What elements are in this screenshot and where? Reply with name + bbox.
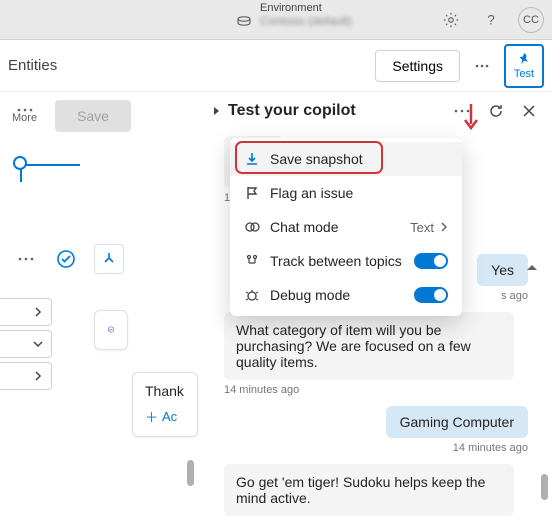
timestamp: 14 minutes ago	[224, 442, 534, 454]
environment-picker[interactable]: Environment Contoso (default)	[260, 2, 352, 28]
more-button[interactable]: More	[12, 108, 37, 124]
track-icon	[244, 253, 260, 269]
message-node-icon[interactable]	[94, 310, 128, 350]
panel-overflow-button[interactable]	[450, 105, 474, 117]
authoring-canvas: More Save Thank ＋ Ac	[0, 92, 200, 502]
overflow-menu-button[interactable]	[470, 54, 494, 78]
flag-icon	[244, 185, 260, 201]
chevron-right-icon	[33, 307, 43, 317]
chat-icon	[244, 219, 260, 235]
track-toggle[interactable]	[414, 253, 448, 269]
branch-icon	[94, 244, 124, 274]
panel-overflow-menu: Save snapshot Flag an issue Chat mode Te…	[230, 138, 462, 316]
collapsed-row-3[interactable]	[0, 362, 52, 390]
svg-text:?: ?	[487, 13, 495, 28]
top-bar: Environment Contoso (default) ? CC	[0, 0, 552, 40]
close-button[interactable]	[518, 100, 540, 122]
help-icon[interactable]: ?	[478, 7, 504, 33]
pin-icon	[517, 52, 531, 66]
caret-right-icon	[212, 106, 222, 116]
timestamp: 14 minutes ago	[224, 384, 534, 396]
plus-icon: ＋	[145, 407, 158, 426]
user-avatar[interactable]: CC	[518, 7, 544, 33]
command-bar: Entities Settings Test	[0, 40, 552, 92]
refresh-button[interactable]	[484, 99, 508, 123]
message-node[interactable]: Thank ＋ Ac	[132, 372, 198, 437]
checkmark-icon	[56, 249, 76, 269]
save-button[interactable]: Save	[55, 100, 131, 132]
scroll-up-caret[interactable]	[520, 256, 544, 280]
user-message: Gaming Computer	[386, 406, 528, 438]
download-icon	[244, 151, 260, 167]
canvas-scrollbar[interactable]	[187, 460, 194, 486]
debug-icon	[244, 287, 260, 303]
panel-scrollbar[interactable]	[541, 474, 548, 500]
bot-message: Go get 'em tiger! Sudoku helps keep the …	[224, 464, 514, 516]
settings-gear-icon[interactable]	[438, 7, 464, 33]
node-overflow-icon[interactable]	[14, 253, 38, 265]
environment-value: Contoso (default)	[260, 14, 352, 28]
bot-message: What category of item will you be purcha…	[224, 312, 514, 380]
menu-chat-mode[interactable]: Chat mode Text	[230, 210, 462, 244]
canvas-node-marker	[13, 156, 27, 170]
environment-icon	[236, 14, 252, 30]
menu-save-snapshot[interactable]: Save snapshot	[230, 142, 462, 176]
collapsed-row-2[interactable]	[0, 330, 52, 358]
menu-track-topics[interactable]: Track between topics	[230, 244, 462, 278]
environment-label: Environment	[260, 2, 322, 14]
menu-flag-issue[interactable]: Flag an issue	[230, 176, 462, 210]
test-button[interactable]: Test	[504, 44, 544, 88]
settings-button[interactable]: Settings	[375, 50, 460, 82]
menu-debug-mode[interactable]: Debug mode	[230, 278, 462, 312]
chevron-down-icon	[33, 339, 43, 349]
chevron-right-icon	[33, 371, 43, 381]
chevron-right-icon	[440, 222, 448, 232]
debug-toggle[interactable]	[414, 287, 448, 303]
test-panel-header: Test your copilot	[200, 92, 552, 130]
page-title: Entities	[8, 57, 57, 74]
collapsed-row-1[interactable]	[0, 298, 52, 326]
